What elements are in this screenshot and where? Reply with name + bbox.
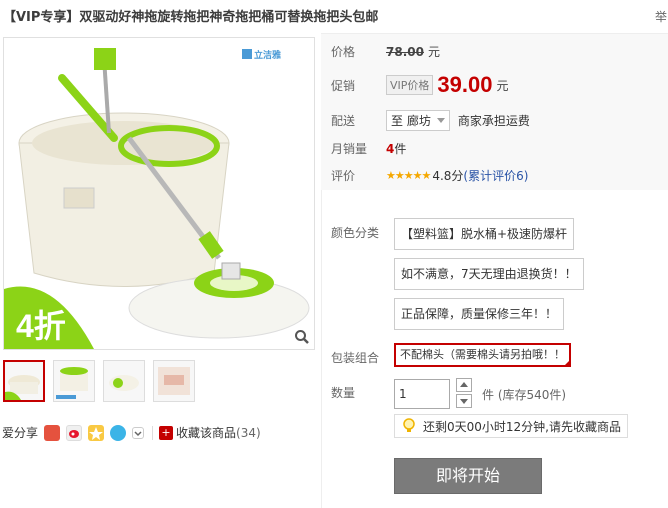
zoom-icon[interactable] (294, 329, 310, 345)
qzone-icon[interactable] (88, 424, 105, 441)
vip-price-tag: VIP价格 (386, 75, 434, 95)
shipping-label: 配送 (331, 114, 356, 128)
thumbnail-4[interactable] (153, 360, 195, 402)
thumbnail-1[interactable] (3, 360, 45, 402)
package-label: 包装组合 (331, 351, 380, 365)
quantity-label: 数量 (331, 386, 356, 400)
product-title: 【VIP专享】双驱动好神拖旋转拖把神奇拖把桶可替换拖把头包邮 (3, 10, 379, 25)
shipping-note: 商家承担运费 (457, 114, 530, 128)
countdown-notice: 还剩0天00小时12分钟,请先收藏商品 (394, 414, 628, 438)
discount-badge: 4折 (4, 286, 94, 349)
rating-label: 评价 (331, 169, 356, 183)
favorite-link[interactable]: 收藏该商品 (176, 424, 236, 441)
quantity-increase-button[interactable] (456, 378, 472, 392)
sina-weibo-icon[interactable] (66, 424, 83, 441)
rating-stars-icon: ★★★★★ (386, 169, 431, 182)
chevron-down-icon (436, 118, 445, 123)
sales-unit: 件 (394, 142, 407, 156)
coming-soon-button[interactable]: 即将开始 (394, 458, 542, 494)
color-label: 颜色分类 (331, 226, 380, 240)
lightbulb-icon (403, 418, 415, 432)
promo-label: 促销 (331, 78, 356, 93)
stock-text: 件 (库存540件) (482, 388, 567, 402)
share-label: 爱分享 (2, 426, 39, 440)
thumbnail-2[interactable] (53, 360, 95, 402)
more-share-dropdown-icon[interactable] (132, 426, 145, 439)
list-price: 78.00 (386, 44, 424, 59)
quantity-input[interactable]: 1 (394, 379, 450, 409)
quantity-decrease-button[interactable] (456, 394, 472, 408)
promo-price-currency: 元 (496, 78, 509, 93)
sales-row: 月销量 4 件 (331, 140, 406, 157)
selected-check-icon (563, 359, 571, 367)
color-option-3[interactable]: 正品保障，质量保修三年！！ (394, 298, 565, 330)
share-bar: 爱分享 + 收藏该商品 (34) (2, 424, 261, 441)
color-option-1[interactable]: 【塑料篮】脱水桶+极速防爆杆 (394, 218, 575, 250)
countdown-text: 还剩0天00小时12分钟,请先收藏商品 (423, 419, 621, 434)
promo-price: 39.00 (437, 72, 493, 97)
promo-price-row: 促销 VIP价格 39.00 元 (331, 72, 508, 98)
rating-row: 评价 ★★★★★ 4.8分 (累计评价6) (331, 167, 528, 184)
review-count-link[interactable]: (累计评价6) (463, 167, 528, 184)
shipping-row: 配送 至 廊坊 商家承担运费 (331, 110, 530, 131)
discount-text: 4折 (16, 308, 66, 344)
list-price-label: 价格 (331, 45, 356, 59)
color-option-2[interactable]: 如不满意，7天无理由退换货！！ (394, 258, 584, 290)
list-price-row: 价格 78.00 元 (331, 43, 440, 60)
rating-score: 4.8分 (432, 169, 464, 183)
sales-label: 月销量 (331, 142, 368, 156)
package-option-selected[interactable]: 不配棉头（需要棉头请另拍哦！！ (394, 343, 571, 367)
favorite-count: (34) (236, 425, 261, 440)
favorite-icon[interactable]: + (159, 425, 174, 440)
sales-count: 4 (386, 141, 395, 156)
shipping-location-select[interactable]: 至 廊坊 (386, 110, 450, 131)
brand-logo: 立洁雅 (242, 48, 302, 64)
list-price-currency: 元 (427, 45, 440, 59)
tencent-weibo-icon[interactable] (44, 424, 61, 441)
price-panel: 价格 78.00 元 促销 VIP价格 39.00 元 配送 至 廊坊 商家承担… (321, 33, 668, 190)
qq-icon[interactable] (110, 424, 127, 441)
main-product-image[interactable]: 立洁雅 4折 (3, 37, 315, 350)
thumbnail-strip (3, 360, 195, 402)
report-link[interactable]: 举 (655, 8, 667, 25)
thumbnail-3[interactable] (103, 360, 145, 402)
